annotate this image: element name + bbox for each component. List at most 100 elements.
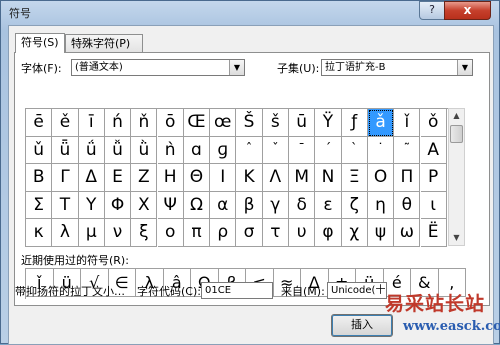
symbol-cell[interactable]: ǐ xyxy=(394,109,421,137)
symbol-cell[interactable]: ψ xyxy=(367,219,395,247)
subset-label: 子集(U): xyxy=(277,62,320,75)
symbol-cell[interactable]: ǜ xyxy=(131,136,158,164)
symbol-cell[interactable]: Γ xyxy=(52,164,79,192)
symbol-cell[interactable]: Ÿ xyxy=(315,109,342,137)
symbol-cell[interactable]: ξ xyxy=(131,219,158,247)
symbol-cell[interactable]: K xyxy=(236,164,263,192)
symbol-cell[interactable]: Λ xyxy=(262,164,289,192)
symbol-cell[interactable]: ū xyxy=(289,109,316,137)
symbol-cell[interactable]: μ xyxy=(78,219,105,247)
from-label: 来自(M): xyxy=(281,285,325,298)
symbol-cell[interactable]: ˇ xyxy=(262,136,289,164)
tab-symbols[interactable]: 符号(S) xyxy=(15,33,65,53)
symbol-cell[interactable]: Θ xyxy=(183,164,211,192)
symbol-cell[interactable]: Œ xyxy=(183,109,211,137)
symbol-cell[interactable]: ˜ xyxy=(394,136,421,164)
symbol-cell[interactable]: ɑ xyxy=(183,136,211,164)
symbol-cell[interactable]: ī xyxy=(78,109,105,137)
symbol-cell[interactable]: E xyxy=(104,164,132,192)
symbol-cell[interactable]: ǒ xyxy=(420,109,447,137)
symbol-cell[interactable]: ρ xyxy=(210,219,237,247)
tab-special-characters[interactable]: 特殊字符(P) xyxy=(65,34,143,52)
symbol-cell[interactable]: P xyxy=(420,164,447,192)
symbol-cell[interactable]: η xyxy=(367,191,395,219)
symbol-cell[interactable]: ο xyxy=(157,219,184,247)
symbol-cell[interactable]: Ψ xyxy=(157,191,184,219)
symbol-cell[interactable]: Π xyxy=(394,164,421,192)
from-select[interactable]: Unicode(十 xyxy=(327,282,387,299)
symbol-grid-scrollbar[interactable]: ▲ ▼ xyxy=(448,108,465,246)
symbol-cell[interactable]: θ xyxy=(394,191,421,219)
symbol-cell[interactable]: Φ xyxy=(104,191,132,219)
symbol-cell[interactable]: ň xyxy=(131,109,158,137)
symbol-cell[interactable]: O xyxy=(367,164,395,192)
subset-select[interactable]: 拉丁语扩充-B ▼ xyxy=(321,59,473,76)
symbol-cell[interactable]: ˊ xyxy=(315,136,342,164)
symbol-cell[interactable]: γ xyxy=(262,191,289,219)
symbol-cell[interactable]: ǔ xyxy=(26,136,53,164)
close-button[interactable]: x xyxy=(444,1,491,20)
symbol-cell[interactable]: ě xyxy=(52,109,79,137)
symbol-cell[interactable]: ō xyxy=(157,109,184,137)
chevron-down-icon[interactable]: ▼ xyxy=(457,60,472,75)
symbol-cell[interactable]: H xyxy=(157,164,184,192)
symbol-cell[interactable]: ƒ xyxy=(341,109,368,137)
symbol-cell[interactable]: Š xyxy=(236,109,263,137)
symbol-cell[interactable]: χ xyxy=(341,219,368,247)
scrollbar-thumb[interactable] xyxy=(450,125,463,143)
symbol-cell[interactable]: β xyxy=(236,191,263,219)
symbol-cell[interactable]: π xyxy=(183,219,211,247)
symbol-cell[interactable]: I xyxy=(210,164,237,192)
symbol-cell[interactable]: N xyxy=(315,164,342,192)
symbol-cell[interactable]: ǎ xyxy=(367,109,395,137)
symbol-cell[interactable]: ζ xyxy=(341,191,368,219)
font-select[interactable]: (普通文本) ▼ xyxy=(71,59,245,76)
symbol-cell[interactable]: α xyxy=(210,191,237,219)
site-watermark: 易采站长站 www.easck.com xyxy=(379,289,500,345)
subset-select-value: 拉丁语扩充-B xyxy=(325,62,386,73)
symbol-cell[interactable]: ι xyxy=(420,191,447,219)
symbol-cell[interactable]: ǖ xyxy=(52,136,79,164)
symbol-cell[interactable]: š xyxy=(262,109,289,137)
symbol-cell[interactable]: Σ xyxy=(26,191,53,219)
symbol-cell[interactable]: Y xyxy=(78,191,105,219)
symbol-cell[interactable]: T xyxy=(52,191,79,219)
scroll-down-icon[interactable]: ▼ xyxy=(449,231,464,245)
symbol-cell[interactable]: κ xyxy=(26,219,53,247)
symbol-cell[interactable]: ǚ xyxy=(104,136,132,164)
symbol-cell[interactable]: ǘ xyxy=(78,136,105,164)
symbol-cell[interactable]: δ xyxy=(289,191,316,219)
symbol-cell[interactable]: Δ xyxy=(78,164,105,192)
scroll-up-icon[interactable]: ▲ xyxy=(449,109,464,123)
symbol-cell[interactable]: Ω xyxy=(183,191,211,219)
symbol-cell[interactable]: ˉ xyxy=(289,136,316,164)
symbol-cell[interactable]: M xyxy=(289,164,316,192)
symbol-cell[interactable]: œ xyxy=(210,109,237,137)
symbol-cell[interactable]: Z xyxy=(131,164,158,192)
symbol-cell[interactable]: Ξ xyxy=(341,164,368,192)
symbol-cell[interactable]: X xyxy=(131,191,158,219)
symbol-cell[interactable]: ˋ xyxy=(341,136,368,164)
symbol-cell[interactable]: A xyxy=(420,136,447,164)
help-button[interactable]: ? xyxy=(419,1,445,20)
symbol-cell[interactable]: Ë xyxy=(420,219,447,247)
symbol-cell[interactable]: ē xyxy=(26,109,53,137)
character-code-input[interactable]: 01CE xyxy=(201,282,273,299)
symbol-cell[interactable]: B xyxy=(26,164,53,192)
symbol-grid: ē ě ī ń ň ō Œœ Šš ū Ÿƒ ǎ ǐ ǒ ǔ ǖ ǘ ǚ ǜ ǹ ɑ ɡ ˆ ˇ ˉ ˊ ˋ ˙ ˜ A B Γ Δ E Z H Θ I… xyxy=(25,108,448,247)
symbol-cell[interactable]: σ xyxy=(236,219,263,247)
symbol-cell[interactable]: λ xyxy=(52,219,79,247)
symbol-cell[interactable]: ω xyxy=(394,219,421,247)
symbol-cell[interactable]: ǹ xyxy=(157,136,184,164)
symbol-cell[interactable]: ν xyxy=(104,219,132,247)
symbol-cell[interactable]: υ xyxy=(289,219,316,247)
symbol-cell[interactable]: τ xyxy=(262,219,289,247)
symbol-cell[interactable]: ε xyxy=(315,191,342,219)
symbol-cell[interactable]: φ xyxy=(315,219,342,247)
symbol-cell[interactable]: ˆ xyxy=(236,136,263,164)
chevron-down-icon[interactable]: ▼ xyxy=(229,60,244,75)
symbol-cell[interactable]: ɡ xyxy=(210,136,237,164)
symbol-cell[interactable]: ˙ xyxy=(367,136,395,164)
symbol-cell[interactable]: ń xyxy=(104,109,132,137)
help-icon: ? xyxy=(429,3,435,16)
